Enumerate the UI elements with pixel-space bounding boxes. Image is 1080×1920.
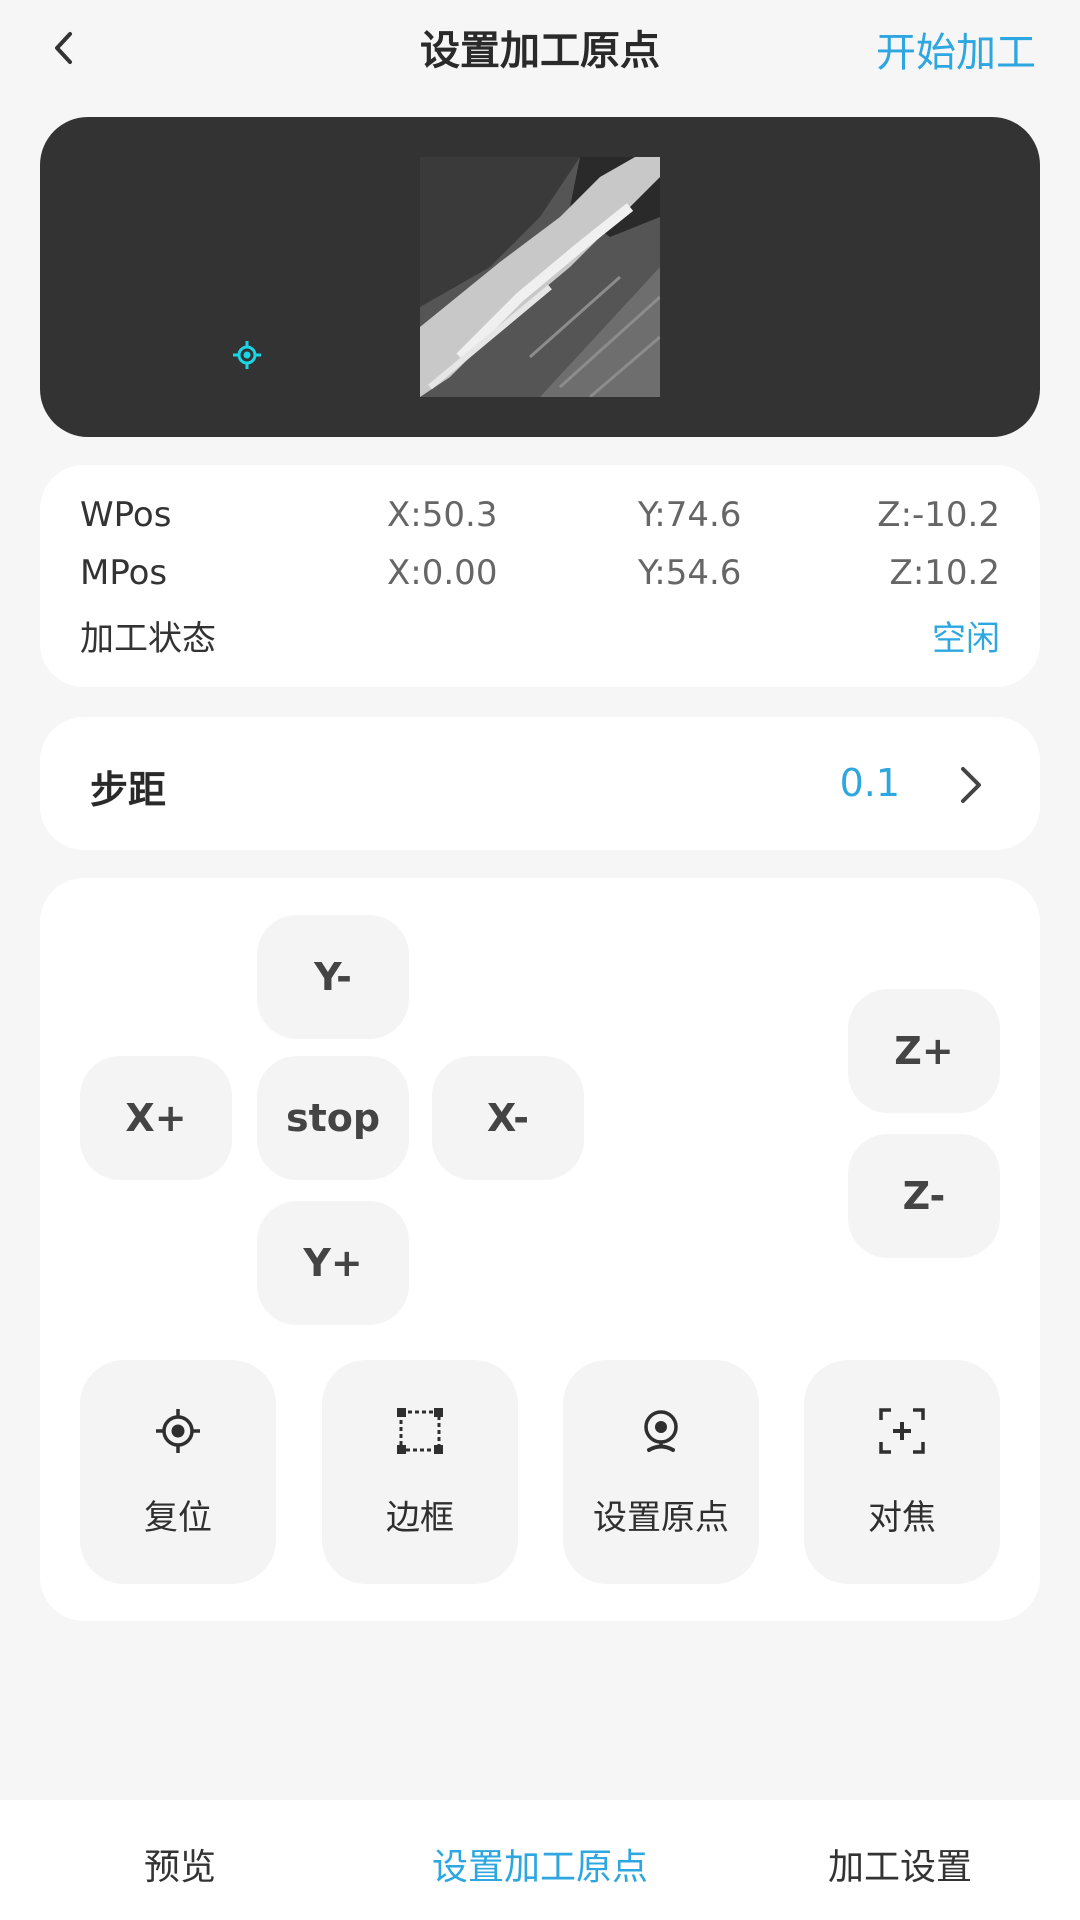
jog-stop-button[interactable]: stop <box>257 1056 409 1180</box>
wpos-label: WPos <box>80 495 172 535</box>
frame-icon <box>397 1408 443 1454</box>
origin-marker-icon <box>233 341 261 369</box>
jog-y-plus-button[interactable]: Y+ <box>257 1201 409 1325</box>
wpos-z: Z:-10.2 <box>877 495 1000 535</box>
wpos-y: Y:74.6 <box>638 495 742 535</box>
set-origin-button[interactable]: 设置原点 <box>563 1360 759 1584</box>
mpos-z: Z:10.2 <box>889 553 1000 593</box>
status-label: 加工状态 <box>80 619 216 659</box>
mpos-x: X:0.00 <box>387 553 498 593</box>
mpos-row: MPos X:0.00 Y:54.6 Z:10.2 <box>80 553 1000 603</box>
reset-label: 复位 <box>144 1498 212 1538</box>
position-card: WPos X:50.3 Y:74.6 Z:-10.2 MPos X:0.00 Y… <box>40 465 1040 687</box>
wpos-x: X:50.3 <box>387 495 498 535</box>
preview-image <box>420 157 660 397</box>
jog-control-card: Y- X+ stop X- Y+ Z+ Z- 复位 边框 设置原点 对焦 <box>40 878 1040 1621</box>
reset-button[interactable]: 复位 <box>80 1360 276 1584</box>
frame-button[interactable]: 边框 <box>322 1360 518 1584</box>
tab-processing-settings[interactable]: 加工设置 <box>750 1838 1050 1890</box>
jog-x-minus-button[interactable]: X- <box>432 1056 584 1180</box>
step-size-selector[interactable]: 步距 0.1 <box>40 717 1040 850</box>
set-origin-label: 设置原点 <box>593 1498 729 1538</box>
jog-z-plus-button[interactable]: Z+ <box>848 989 1000 1113</box>
frame-label: 边框 <box>386 1498 454 1538</box>
chevron-right-icon <box>961 767 981 803</box>
focus-icon <box>879 1408 925 1454</box>
crosshair-icon <box>156 1409 200 1453</box>
header-bar: 设置加工原点 开始加工 <box>0 0 1080 100</box>
start-processing-button[interactable]: 开始加工 <box>876 20 1036 78</box>
focus-label: 对焦 <box>868 1498 936 1538</box>
location-pin-icon <box>644 1410 678 1452</box>
back-button[interactable] <box>40 20 88 76</box>
jog-z-minus-button[interactable]: Z- <box>848 1134 1000 1258</box>
mpos-label: MPos <box>80 553 168 593</box>
wpos-row: WPos X:50.3 Y:74.6 Z:-10.2 <box>80 495 1000 545</box>
bottom-tab-bar: 预览 设置加工原点 加工设置 <box>0 1800 1080 1920</box>
status-badge: 空闲 <box>932 619 1000 659</box>
status-row: 加工状态 空闲 <box>80 611 1000 661</box>
step-label: 步距 <box>90 768 167 812</box>
mpos-y: Y:54.6 <box>638 553 742 593</box>
jog-y-minus-button[interactable]: Y- <box>257 915 409 1039</box>
preview-canvas[interactable] <box>40 117 1040 437</box>
tab-preview[interactable]: 预览 <box>30 1838 330 1890</box>
tab-set-origin[interactable]: 设置加工原点 <box>390 1838 690 1890</box>
step-value: 0.1 <box>839 761 900 805</box>
focus-button[interactable]: 对焦 <box>804 1360 1000 1584</box>
jog-x-plus-button[interactable]: X+ <box>80 1056 232 1180</box>
chevron-left-icon <box>55 32 72 64</box>
